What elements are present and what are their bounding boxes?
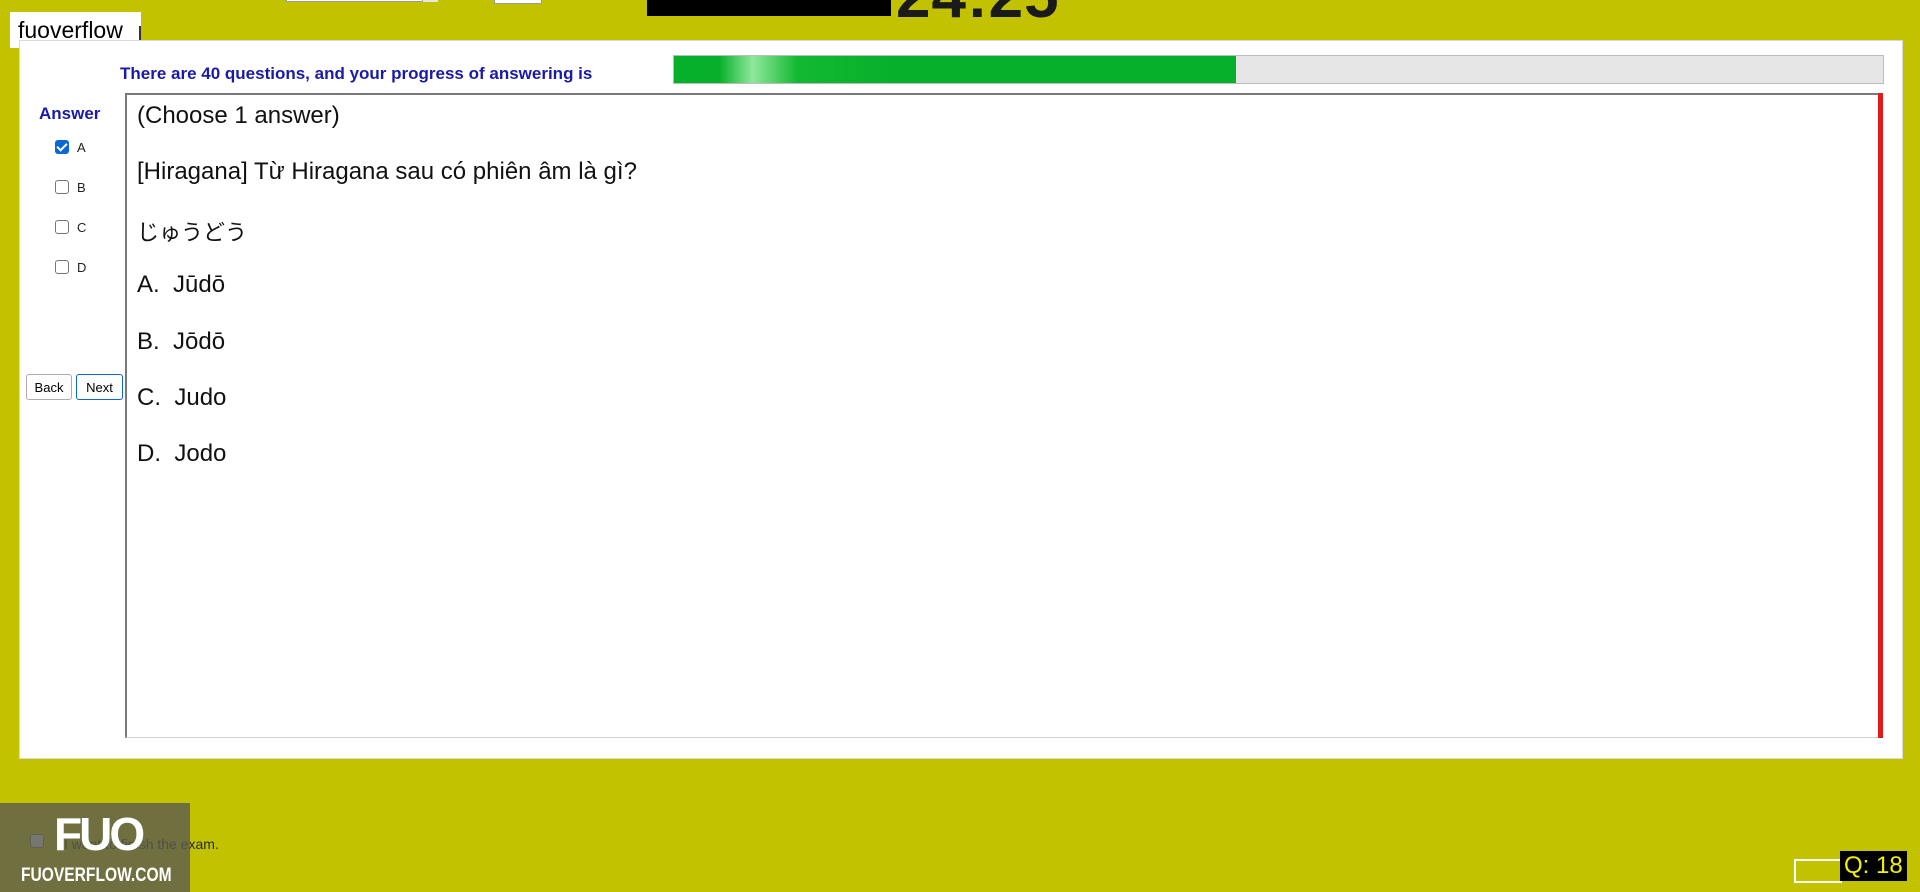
choice-letter: C.: [137, 384, 161, 411]
choice-text: Judo: [174, 384, 227, 411]
answer-label: Answer: [39, 104, 101, 123]
option-letter: A: [77, 139, 86, 155]
question-instruction: (Choose 1 answer): [137, 102, 340, 129]
answer-option-b[interactable]: B: [55, 178, 86, 196]
top-small-control[interactable]: [494, 0, 542, 4]
checkbox-b[interactable]: [55, 180, 69, 194]
choice-letter: A.: [137, 271, 160, 298]
next-button[interactable]: Next: [76, 374, 123, 400]
brand-divider: [139, 26, 141, 40]
progress-bar: [673, 55, 1884, 84]
question-prompt: [Hiragana] Từ Hiragana sau có phiên âm l…: [137, 158, 637, 185]
answer-choice-a: A. Jūdō: [137, 271, 225, 299]
answer-option-d[interactable]: D: [55, 258, 86, 276]
answer-choice-d: D. Jodo: [137, 440, 226, 468]
exam-timer: 24:25: [896, 0, 1060, 28]
choice-text: Jodo: [174, 440, 227, 467]
choice-letter: D.: [137, 440, 161, 467]
option-letter: C: [77, 219, 87, 235]
checkbox-c[interactable]: [55, 220, 69, 234]
question-content: [125, 93, 1880, 738]
choice-text: Jūdō: [173, 271, 226, 298]
answer-choice-b: B. Jōdō: [137, 328, 225, 356]
back-button[interactable]: Back: [26, 374, 72, 400]
question-counter: Q: 18: [1840, 851, 1907, 881]
logo-text: FUOVERFLOW.COM: [21, 865, 172, 886]
answer-option-a[interactable]: A: [55, 138, 86, 156]
progress-text: There are 40 questions, and your progres…: [120, 64, 593, 83]
checkbox-d[interactable]: [55, 260, 69, 274]
choice-text: Jōdō: [173, 328, 226, 355]
choice-letter: B.: [137, 328, 160, 355]
question-outline-box: [1794, 859, 1842, 883]
top-black-bar: [647, 0, 891, 16]
option-letter: D: [77, 259, 87, 275]
progress-bar-fill: [674, 56, 1237, 83]
checkbox-a[interactable]: [55, 140, 69, 154]
answer-option-c[interactable]: C: [55, 218, 86, 236]
logo-mark: FUO: [54, 808, 145, 860]
option-letter: B: [77, 179, 86, 195]
question-kana: じゅうどう: [137, 221, 248, 246]
chevron-down-icon[interactable]: [422, 0, 438, 2]
question-scrollbar[interactable]: [1878, 93, 1883, 738]
answer-choice-c: C. Judo: [137, 384, 226, 412]
top-dropdown[interactable]: [286, 0, 438, 2]
